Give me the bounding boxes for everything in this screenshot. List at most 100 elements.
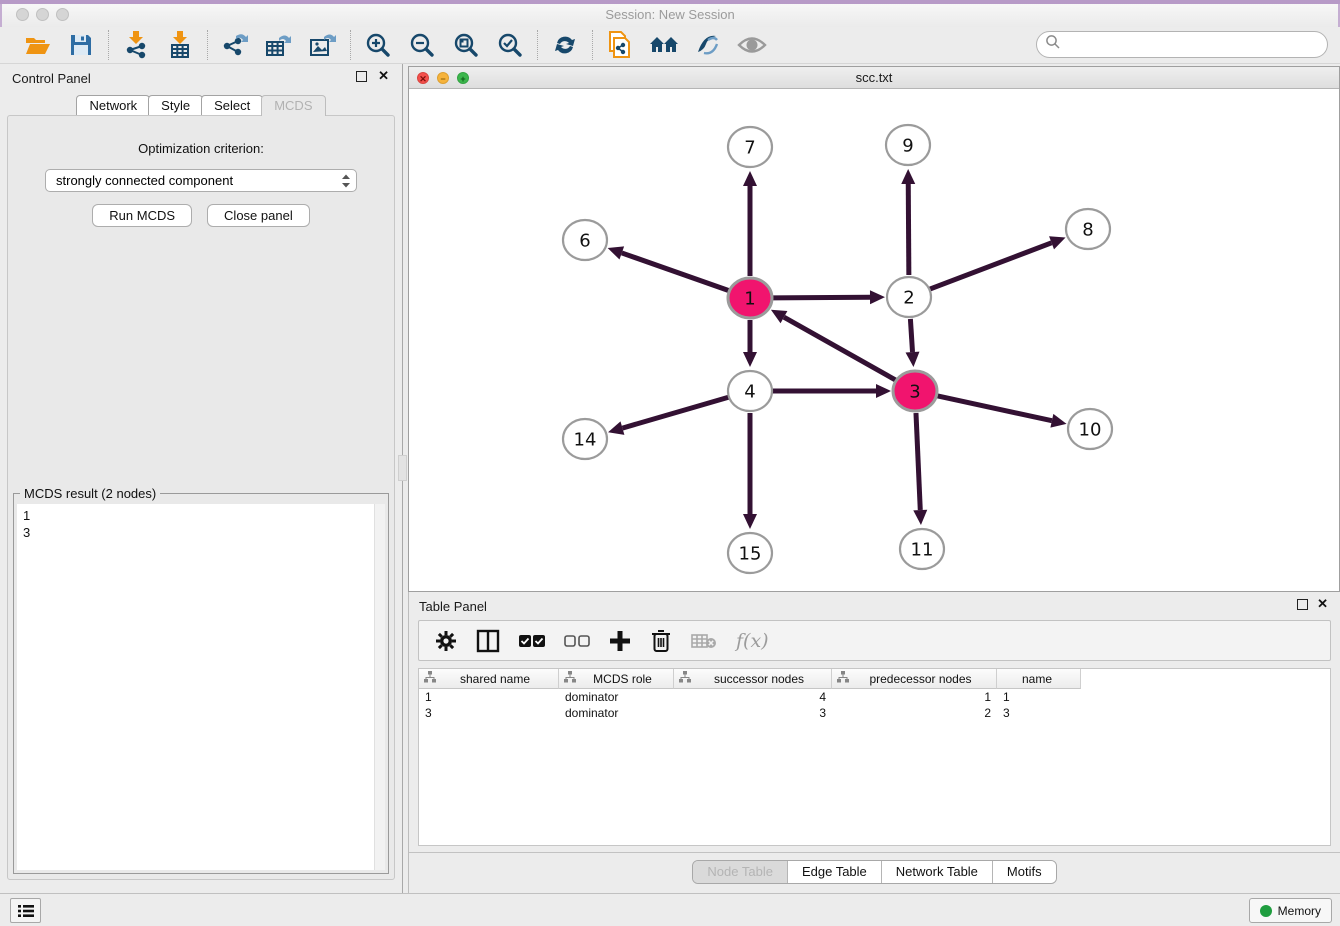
node-label-4: 4 xyxy=(744,381,755,402)
network-canvas[interactable]: 7968124314101511 xyxy=(409,89,1339,591)
tab-style[interactable]: Style xyxy=(148,95,203,116)
edge-3-1[interactable] xyxy=(784,317,896,380)
settings-gear-icon[interactable] xyxy=(435,628,457,654)
console-button[interactable] xyxy=(10,898,41,923)
close-table-panel-icon[interactable]: ✕ xyxy=(1317,597,1328,611)
network-close-icon[interactable]: ✕ xyxy=(417,72,429,84)
tab-edge-table[interactable]: Edge Table xyxy=(787,861,881,883)
zoom-in-icon[interactable] xyxy=(363,30,393,60)
main-toolbar xyxy=(0,27,1340,64)
edge-1-6[interactable] xyxy=(622,253,729,291)
node-table[interactable]: shared nameMCDS rolesuccessor nodes prede… xyxy=(418,668,1331,846)
table-cell[interactable]: 4 xyxy=(674,689,832,705)
criterion-value: strongly connected component xyxy=(56,173,340,188)
zoom-fit-icon[interactable] xyxy=(451,30,481,60)
node-label-14: 14 xyxy=(574,429,597,450)
delete-column-icon[interactable] xyxy=(650,628,672,654)
table-cell[interactable]: dominator xyxy=(559,689,674,705)
export-image-icon[interactable] xyxy=(308,30,338,60)
edge-arrowhead xyxy=(608,421,624,434)
edge-2-8[interactable] xyxy=(930,243,1052,289)
column-header-predecessor-nodes[interactable]: predecessor nodes xyxy=(832,669,997,689)
column-header-successor-nodes[interactable]: successor nodes xyxy=(674,669,832,689)
edge-arrowhead xyxy=(913,510,927,525)
edge-arrowhead xyxy=(901,169,915,184)
window-title: Session: New Session xyxy=(2,7,1338,22)
add-column-icon[interactable] xyxy=(609,628,631,654)
tab-network[interactable]: Network xyxy=(76,95,150,116)
mcds-result-lines: 13 xyxy=(17,504,385,544)
criterion-select[interactable]: strongly connected component xyxy=(45,169,357,192)
float-panel-icon[interactable] xyxy=(356,71,367,82)
open-session-icon[interactable] xyxy=(22,30,52,60)
duplicate-network-icon[interactable] xyxy=(605,30,635,60)
network-maximize-icon[interactable]: + xyxy=(457,72,469,84)
import-table-icon[interactable] xyxy=(165,30,195,60)
table-cell[interactable]: 2 xyxy=(832,705,997,721)
search-input[interactable] xyxy=(1066,37,1327,52)
edge-4-14[interactable] xyxy=(622,397,728,428)
table-cell[interactable]: 3 xyxy=(997,705,1081,721)
network-view-window: ✕ − + scc.txt 7968124314101511 xyxy=(408,66,1340,592)
refresh-view-icon[interactable] xyxy=(550,30,580,60)
search-field[interactable] xyxy=(1036,31,1328,58)
result-scrollbar[interactable] xyxy=(374,504,385,870)
network-window-titlebar[interactable]: ✕ − + scc.txt xyxy=(409,67,1339,89)
tab-node-table[interactable]: Node Table xyxy=(693,861,787,883)
column-header-shared-name[interactable]: shared name xyxy=(419,669,559,689)
close-panel-icon[interactable]: ✕ xyxy=(378,69,389,83)
table-panel-header: Table Panel ✕ xyxy=(409,592,1340,618)
select-all-icon[interactable] xyxy=(519,628,545,654)
table-cell[interactable]: 1 xyxy=(832,689,997,705)
table-row[interactable]: 1dominator411 xyxy=(419,689,1330,705)
export-network-icon[interactable] xyxy=(220,30,250,60)
edge-2-9[interactable] xyxy=(908,184,909,275)
import-network-icon[interactable] xyxy=(121,30,151,60)
attribute-tree-icon xyxy=(837,671,849,686)
tab-network-table[interactable]: Network Table xyxy=(881,861,992,883)
tab-motifs[interactable]: Motifs xyxy=(992,861,1056,883)
mcds-result-area[interactable]: 13 xyxy=(17,504,385,870)
network-minimize-icon[interactable]: − xyxy=(437,72,449,84)
control-panel: Control Panel ✕ NetworkStyleSelectMCDS O… xyxy=(0,64,403,893)
node-table-body: 1dominator4113dominator323 xyxy=(419,689,1330,721)
show-hide-eye-icon[interactable] xyxy=(737,30,767,60)
table-row[interactable]: 3dominator323 xyxy=(419,705,1330,721)
zoom-selected-icon[interactable] xyxy=(495,30,525,60)
close-panel-button[interactable]: Close panel xyxy=(207,204,310,227)
export-table-icon[interactable] xyxy=(264,30,294,60)
table-cell[interactable]: 3 xyxy=(419,705,559,721)
table-toolbar: f(x) xyxy=(418,620,1331,661)
vertical-splitter-grip[interactable] xyxy=(398,455,407,481)
column-label: name xyxy=(1002,672,1080,686)
application-window: Session: New Session xyxy=(0,0,1340,926)
run-mcds-button[interactable]: Run MCDS xyxy=(92,204,192,227)
table-cell[interactable]: 1 xyxy=(419,689,559,705)
table-cell[interactable]: dominator xyxy=(559,705,674,721)
delete-table-icon xyxy=(691,628,717,654)
column-label: predecessor nodes xyxy=(853,672,996,686)
zoom-out-icon[interactable] xyxy=(407,30,437,60)
edge-3-10[interactable] xyxy=(936,396,1051,421)
edge-1-2[interactable] xyxy=(772,297,870,298)
table-cell[interactable]: 3 xyxy=(674,705,832,721)
first-neighbors-icon[interactable] xyxy=(649,30,679,60)
edge-3-11[interactable] xyxy=(916,413,920,510)
memory-status-icon xyxy=(1260,905,1272,917)
edge-2-3[interactable] xyxy=(910,319,912,352)
table-cell[interactable]: 1 xyxy=(997,689,1081,705)
edge-arrowhead xyxy=(870,290,885,304)
edge-arrowhead xyxy=(906,352,920,367)
graphics-details-icon[interactable] xyxy=(693,30,723,60)
column-header-name[interactable]: name xyxy=(997,669,1081,689)
result-line: 3 xyxy=(23,524,379,541)
column-pane-icon[interactable] xyxy=(476,628,500,654)
tab-mcds[interactable]: MCDS xyxy=(261,95,325,116)
column-header-MCDS-role[interactable]: MCDS role xyxy=(559,669,674,689)
float-table-panel-icon[interactable] xyxy=(1297,599,1308,610)
tab-select[interactable]: Select xyxy=(201,95,263,116)
clear-selection-icon[interactable] xyxy=(564,628,590,654)
save-session-icon[interactable] xyxy=(66,30,96,60)
edge-arrowhead xyxy=(743,352,757,367)
memory-button[interactable]: Memory xyxy=(1249,898,1332,923)
